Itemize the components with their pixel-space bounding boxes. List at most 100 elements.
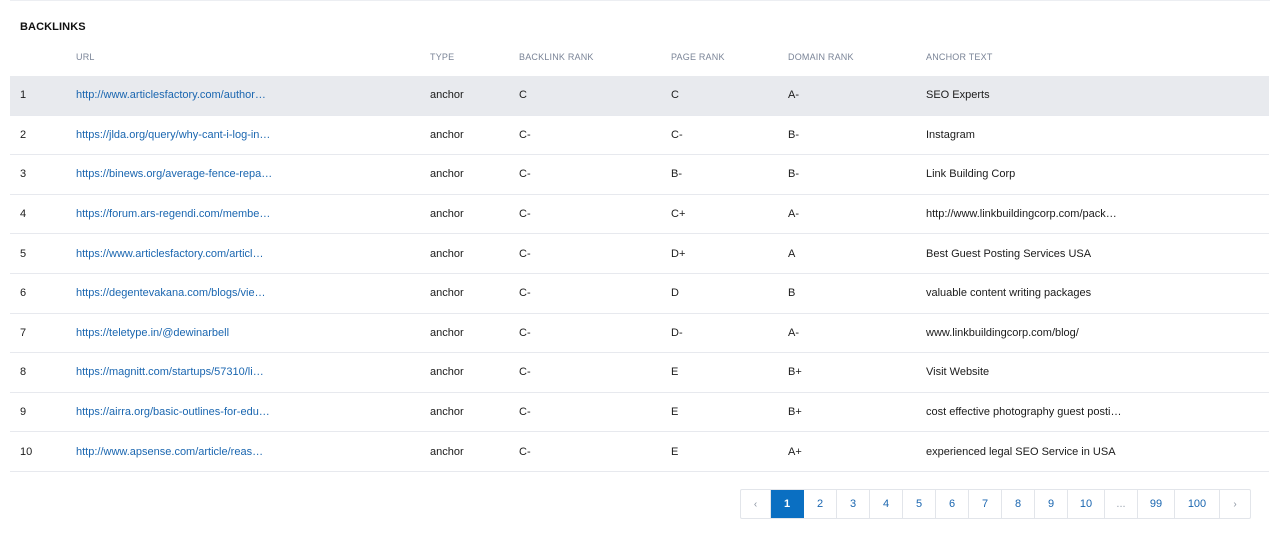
- section-title: BACKLINKS: [20, 21, 86, 33]
- next-page-button[interactable]: ›: [1220, 490, 1250, 518]
- row-number: 10: [20, 445, 33, 458]
- backlink-url-link[interactable]: https://magnitt.com/startups/57310/li…: [76, 366, 264, 378]
- row-anchor-text: cost effective photography guest posti…: [926, 406, 1122, 419]
- page-button-8[interactable]: 8: [1002, 490, 1035, 518]
- row-backlink-rank: C-: [519, 326, 531, 339]
- row-type: anchor: [430, 208, 464, 221]
- row-anchor-text: valuable content writing packages: [926, 287, 1092, 300]
- row-domain-rank: B-: [788, 128, 799, 141]
- row-page-rank: E: [671, 406, 679, 419]
- row-backlink-rank: C-: [519, 128, 531, 141]
- row-backlink-rank: C-: [519, 168, 531, 181]
- table-row[interactable]: 8 https://magnitt.com/startups/57310/li……: [10, 353, 1269, 393]
- row-type: anchor: [430, 247, 464, 260]
- row-anchor-text: experienced legal SEO Service in USA: [926, 445, 1116, 458]
- backlink-url-link[interactable]: https://airra.org/basic-outlines-for-edu…: [76, 406, 270, 418]
- row-anchor-text: SEO Experts: [926, 89, 990, 102]
- backlink-url-link[interactable]: https://jlda.org/query/why-cant-i-log-in…: [76, 129, 270, 141]
- table-row[interactable]: 10 http://www.apsense.com/article/reas… …: [10, 432, 1269, 472]
- row-type: anchor: [430, 89, 464, 102]
- backlink-url-link[interactable]: https://forum.ars-regendi.com/membe…: [76, 208, 270, 220]
- header-type[interactable]: TYPE: [430, 38, 510, 76]
- table-row[interactable]: 1 http://www.articlesfactory.com/author……: [10, 76, 1269, 116]
- table-row[interactable]: 2 https://jlda.org/query/why-cant-i-log-…: [10, 116, 1269, 156]
- page-button-10[interactable]: 10: [1068, 490, 1105, 518]
- row-number: 7: [20, 326, 27, 339]
- row-number: 5: [20, 247, 27, 260]
- row-domain-rank: A-: [788, 89, 799, 102]
- page-button-100[interactable]: 100: [1175, 490, 1220, 518]
- backlink-url-link[interactable]: http://www.apsense.com/article/reas…: [76, 446, 263, 458]
- backlink-url-link[interactable]: https://www.articlesfactory.com/articl…: [76, 248, 263, 260]
- row-url-cell: http://www.apsense.com/article/reas…: [76, 432, 416, 471]
- prev-page-button[interactable]: ‹: [741, 490, 771, 518]
- row-backlink-rank: C: [519, 89, 527, 102]
- table-row[interactable]: 9 https://airra.org/basic-outlines-for-e…: [10, 393, 1269, 433]
- row-domain-rank: B+: [788, 366, 802, 379]
- header-anchor-text[interactable]: ANCHOR TEXT: [926, 38, 1256, 76]
- top-divider: [10, 0, 1270, 1]
- backlinks-table: URL TYPE BACKLINK RANK PAGE RANK DOMAIN …: [10, 38, 1269, 472]
- page-button-4[interactable]: 4: [870, 490, 903, 518]
- backlink-url-link[interactable]: http://www.articlesfactory.com/author…: [76, 89, 266, 101]
- page-button-7[interactable]: 7: [969, 490, 1002, 518]
- backlink-url-link[interactable]: https://binews.org/average-fence-repa…: [76, 168, 272, 180]
- row-page-rank: C: [671, 89, 679, 102]
- row-number: 9: [20, 406, 27, 419]
- backlink-url-link[interactable]: https://degentevakana.com/blogs/vie…: [76, 287, 266, 299]
- row-url-cell: https://degentevakana.com/blogs/vie…: [76, 274, 416, 313]
- header-url[interactable]: URL: [76, 38, 416, 76]
- row-type: anchor: [430, 406, 464, 419]
- table-row[interactable]: 7 https://teletype.in/@dewinarbell ancho…: [10, 314, 1269, 354]
- row-backlink-rank: C-: [519, 287, 531, 300]
- row-number: 2: [20, 128, 27, 141]
- page-button-99[interactable]: 99: [1138, 490, 1175, 518]
- row-page-rank: D: [671, 287, 679, 300]
- row-page-rank: E: [671, 445, 679, 458]
- row-domain-rank: A-: [788, 208, 799, 221]
- page-button-9[interactable]: 9: [1035, 490, 1068, 518]
- row-page-rank: D-: [671, 326, 683, 339]
- row-url-cell: https://forum.ars-regendi.com/membe…: [76, 195, 416, 234]
- row-type: anchor: [430, 287, 464, 300]
- row-type: anchor: [430, 366, 464, 379]
- row-type: anchor: [430, 168, 464, 181]
- row-anchor-text: http://www.linkbuildingcorp.com/pack…: [926, 208, 1117, 221]
- row-url-cell: https://binews.org/average-fence-repa…: [76, 155, 416, 194]
- row-url-cell: https://teletype.in/@dewinarbell: [76, 314, 416, 353]
- header-domain-rank[interactable]: DOMAIN RANK: [788, 38, 918, 76]
- row-page-rank: E: [671, 366, 679, 379]
- page-button-2[interactable]: 2: [804, 490, 837, 518]
- table-header-row: URL TYPE BACKLINK RANK PAGE RANK DOMAIN …: [10, 38, 1269, 76]
- header-backlink-rank[interactable]: BACKLINK RANK: [519, 38, 659, 76]
- table-row[interactable]: 3 https://binews.org/average-fence-repa……: [10, 155, 1269, 195]
- table-row[interactable]: 6 https://degentevakana.com/blogs/vie… a…: [10, 274, 1269, 314]
- backlink-url-link[interactable]: https://teletype.in/@dewinarbell: [76, 327, 229, 339]
- header-page-rank[interactable]: PAGE RANK: [671, 38, 781, 76]
- page-button-5[interactable]: 5: [903, 490, 936, 518]
- row-anchor-text: Link Building Corp: [926, 168, 1016, 181]
- pagination: ‹ 1 2 3 4 5 6 7 8 9 10 ... 99 100 ›: [740, 489, 1251, 519]
- row-number: 1: [20, 89, 27, 102]
- table-row[interactable]: 4 https://forum.ars-regendi.com/membe… a…: [10, 195, 1269, 235]
- header-num: [20, 38, 70, 76]
- page-button-3[interactable]: 3: [837, 490, 870, 518]
- row-page-rank: C+: [671, 208, 686, 221]
- row-domain-rank: A: [788, 247, 796, 260]
- table-row[interactable]: 5 https://www.articlesfactory.com/articl…: [10, 234, 1269, 274]
- row-number: 8: [20, 366, 27, 379]
- page-button-1[interactable]: 1: [771, 490, 804, 518]
- row-domain-rank: B: [788, 287, 796, 300]
- row-domain-rank: A-: [788, 326, 799, 339]
- row-type: anchor: [430, 445, 464, 458]
- row-anchor-text: Instagram: [926, 128, 975, 141]
- row-page-rank: D+: [671, 247, 686, 260]
- row-type: anchor: [430, 128, 464, 141]
- row-number: 3: [20, 168, 27, 181]
- row-anchor-text: Visit Website: [926, 366, 990, 379]
- row-backlink-rank: C-: [519, 445, 531, 458]
- page-ellipsis: ...: [1105, 490, 1138, 518]
- row-backlink-rank: C-: [519, 406, 531, 419]
- page-button-6[interactable]: 6: [936, 490, 969, 518]
- row-page-rank: B-: [671, 168, 682, 181]
